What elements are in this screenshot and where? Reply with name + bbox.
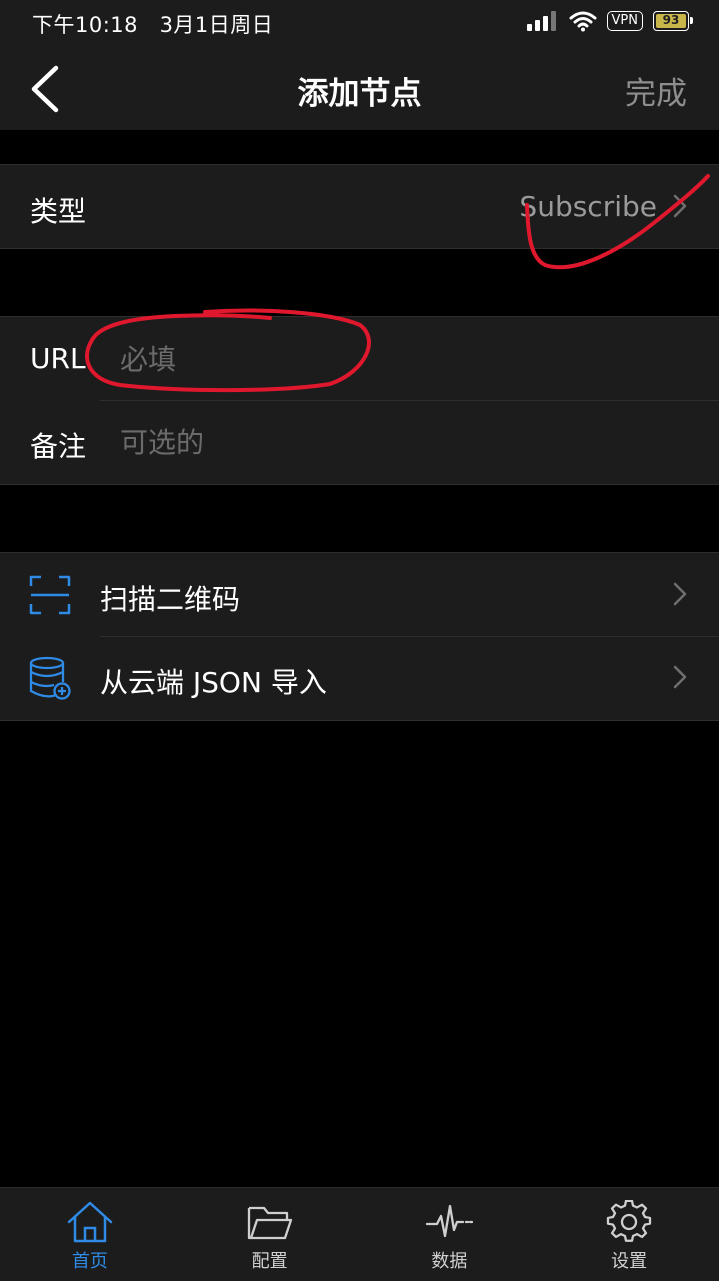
vpn-badge: VPN: [606, 11, 643, 31]
import-json-row[interactable]: 从云端 JSON 导入: [0, 636, 719, 720]
tab-settings-label: 设置: [611, 1251, 648, 1272]
status-bar: 下午10:18 3月1日周日 VPN 93: [0, 0, 719, 46]
type-group: 类型 Subscribe: [0, 164, 719, 249]
status-time: 下午10:18 3月1日周日: [32, 9, 273, 39]
type-row[interactable]: 类型 Subscribe: [0, 165, 719, 248]
chevron-right-icon: [673, 582, 687, 606]
tab-settings[interactable]: 设置: [539, 1188, 719, 1281]
url-label: URL: [30, 342, 86, 375]
battery-icon: 93: [653, 11, 693, 31]
tab-home-label: 首页: [71, 1251, 108, 1272]
tab-config[interactable]: 配置: [180, 1188, 360, 1281]
fields-group: URL 备注: [0, 316, 719, 485]
gear-icon: [606, 1200, 652, 1242]
status-indicators: VPN 93: [526, 10, 693, 32]
tab-data-label: 数据: [431, 1251, 468, 1272]
type-value: Subscribe: [519, 190, 657, 223]
url-input[interactable]: [120, 339, 640, 379]
status-date: 3月1日周日: [159, 13, 274, 37]
type-label: 类型: [30, 195, 87, 228]
tab-bar: 首页 配置 数据 设置: [0, 1187, 719, 1281]
wifi-icon: [569, 11, 597, 32]
tab-home[interactable]: 首页: [0, 1188, 180, 1281]
activity-icon: [426, 1204, 474, 1238]
import-json-label: 从云端 JSON 导入: [100, 666, 327, 699]
home-icon: [67, 1201, 113, 1243]
done-button[interactable]: 完成: [625, 68, 687, 113]
actions-group: 扫描二维码 从云端 JSON 导入: [0, 552, 719, 721]
tab-data[interactable]: 数据: [360, 1188, 540, 1281]
chevron-right-icon: [673, 194, 687, 218]
nav-bar: 添加节点 完成: [0, 46, 719, 130]
chevron-right-icon: [673, 665, 687, 689]
qr-scan-icon: [29, 575, 71, 615]
database-add-icon: [29, 656, 71, 700]
scan-qr-label: 扫描二维码: [100, 583, 241, 616]
folder-icon: [247, 1206, 292, 1240]
battery-level: 93: [662, 13, 680, 27]
remark-label: 备注: [30, 430, 87, 463]
page-title: 添加节点: [297, 76, 422, 112]
remark-row: 备注: [0, 400, 719, 484]
remark-input[interactable]: [120, 422, 640, 462]
status-clock: 下午10:18: [32, 13, 139, 37]
tab-config-label: 配置: [251, 1251, 288, 1272]
signal-icon: [526, 11, 556, 31]
scan-qr-row[interactable]: 扫描二维码: [0, 553, 719, 636]
url-row: URL: [0, 317, 719, 400]
